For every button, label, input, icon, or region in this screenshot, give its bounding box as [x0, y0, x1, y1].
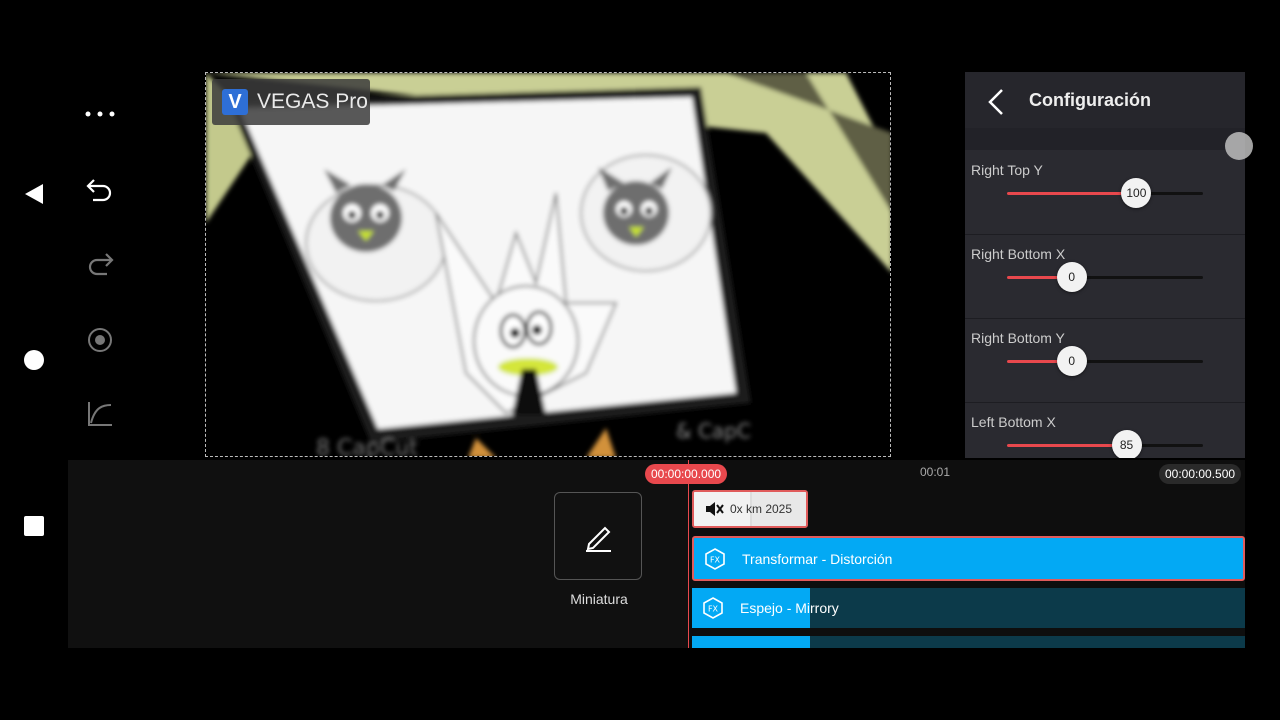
settings-panel: Configuración Right Top Y 100 Right Bottom… — [965, 72, 1245, 458]
home-circle-icon — [24, 350, 44, 370]
panel-title: Configuración — [1029, 89, 1151, 110]
track-next-fill — [692, 636, 810, 648]
slider-knob[interactable]: 85 — [1111, 430, 1142, 458]
setting-label: Left Bottom X — [971, 414, 1056, 430]
recents-square-icon — [24, 516, 44, 536]
setting-row: Right Bottom X0 — [965, 234, 1245, 319]
setting-slider[interactable]: 100 — [1007, 178, 1203, 208]
track-next[interactable] — [692, 636, 1245, 648]
redo-button[interactable] — [82, 246, 118, 282]
undo-button[interactable] — [82, 172, 118, 208]
timeline[interactable]: 0x km 2025 FX Transformar - Distorción F… — [688, 460, 1245, 648]
track-transform-label: Transformar - Distorción — [742, 550, 893, 567]
back-nav-button[interactable] — [20, 180, 48, 208]
preview-frame-image: 8 CapCut & CapC — [206, 73, 890, 457]
setting-row: Right Bottom Y0 — [965, 318, 1245, 403]
undo-icon — [86, 179, 112, 202]
panel-back-button[interactable] — [985, 88, 1009, 115]
slider-knob[interactable]: 0 — [1056, 346, 1087, 376]
setting-row: Right Top Y 100 — [965, 150, 1245, 235]
clip-text: 0x km 2025 — [730, 502, 793, 516]
panel-header: Configuración — [965, 72, 1245, 128]
track-mirror[interactable]: FX Espejo - Mirrory — [692, 588, 1245, 628]
back-triangle-icon — [25, 184, 43, 204]
video-clip[interactable]: 0x km 2025 — [692, 490, 808, 528]
fx-icon: FX — [705, 547, 725, 570]
more-dots-icon — [85, 111, 115, 117]
svg-text:FX: FX — [710, 555, 721, 564]
vegas-watermark: V VEGAS Pro — [212, 79, 370, 125]
svg-text:FX: FX — [708, 605, 719, 614]
mute-icon — [706, 502, 724, 516]
track-mirror-label: Espejo - Mirrory — [740, 600, 839, 616]
end-time: 00:00:00.500 — [1159, 464, 1242, 484]
keyframe-button[interactable] — [82, 322, 118, 358]
slider-fill — [1007, 444, 1127, 447]
recents-nav-button[interactable] — [20, 512, 48, 540]
keyframe-target-icon — [88, 328, 112, 352]
pencil-icon — [586, 526, 611, 552]
setting-label: Right Top Y — [971, 162, 1043, 178]
setting-row: Left Bottom X 85 — [965, 402, 1245, 458]
redo-icon — [88, 253, 114, 276]
setting-label: Right Bottom X — [971, 246, 1066, 262]
svg-text:& CapC: & CapC — [676, 419, 751, 443]
panel-spacer — [965, 128, 1245, 150]
chevron-left-icon — [988, 89, 1003, 115]
track-transform[interactable]: FX Transformar - Distorción — [692, 536, 1245, 581]
home-nav-button[interactable] — [20, 346, 48, 374]
slider-knob[interactable]: 0 — [1056, 262, 1087, 292]
thumbnail-edit-button[interactable] — [554, 492, 642, 580]
watermark-text: VEGAS Pro — [257, 90, 368, 113]
thumbnail-label: Miniatura — [570, 591, 628, 607]
panel-scroll-handle[interactable] — [1225, 132, 1253, 160]
curve-button[interactable] — [82, 396, 118, 432]
video-preview[interactable]: 8 CapCut & CapC V VEGAS Pro — [205, 72, 891, 457]
setting-slider[interactable]: 0 — [1007, 262, 1203, 292]
setting-slider[interactable]: 85 — [1007, 430, 1203, 458]
graph-curve-icon — [88, 402, 112, 426]
playhead-line — [688, 460, 689, 648]
slider-knob[interactable]: 100 — [1121, 178, 1152, 208]
more-button[interactable] — [82, 96, 118, 132]
time-mark: 00:01 — [920, 465, 951, 479]
svg-text:8 CapCut: 8 CapCut — [316, 436, 418, 457]
setting-label: Right Bottom Y — [971, 330, 1065, 346]
slider-fill — [1007, 192, 1137, 195]
current-time: 00:00:00.000 — [645, 464, 728, 484]
vegas-logo: V — [222, 89, 248, 115]
setting-slider[interactable]: 0 — [1007, 346, 1203, 376]
fx-icon: FX — [703, 597, 723, 619]
